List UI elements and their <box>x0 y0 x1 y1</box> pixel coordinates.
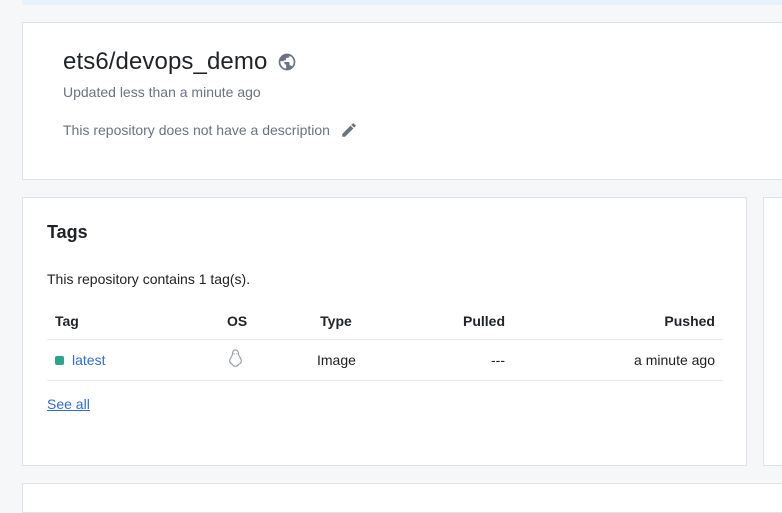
top-banner <box>22 0 782 5</box>
repository-description-row: This repository does not have a descript… <box>63 121 358 139</box>
type-cell: Image <box>317 352 356 368</box>
tags-card: Tags This repository contains 1 tag(s). … <box>22 197 747 466</box>
pulled-cell: --- <box>491 352 505 368</box>
linux-tux-icon <box>227 349 244 369</box>
os-cell <box>227 349 244 372</box>
tags-title: Tags <box>47 222 88 242</box>
column-header-pushed: Pushed <box>664 312 715 329</box>
tags-table: Tag OS Type Pulled Pushed latest Image -… <box>47 302 723 381</box>
repository-summary-card: ets6/devops_demo Updated less than a min… <box>22 22 782 180</box>
pushed-cell: a minute ago <box>634 352 715 368</box>
repository-description: This repository does not have a descript… <box>63 122 330 138</box>
column-header-pulled: Pulled <box>462 312 505 329</box>
bottom-card <box>22 483 782 513</box>
globe-icon <box>277 52 297 72</box>
tag-link-latest[interactable]: latest <box>72 352 105 368</box>
column-header-tag: Tag <box>55 312 79 329</box>
column-header-os: OS <box>227 312 248 329</box>
tags-table-header: Tag OS Type Pulled Pushed <box>47 302 723 340</box>
tag-name-cell: latest <box>55 352 105 368</box>
see-all-link[interactable]: See all <box>47 396 90 412</box>
tag-status-indicator <box>55 355 64 365</box>
repository-title-row: ets6/devops_demo <box>63 48 297 76</box>
pencil-icon[interactable] <box>340 121 358 139</box>
repository-title: ets6/devops_demo <box>63 48 268 75</box>
table-row: latest Image --- a minute ago <box>47 340 723 381</box>
column-header-type: Type <box>320 312 352 329</box>
tags-summary: This repository contains 1 tag(s). <box>47 271 251 287</box>
right-side-card <box>763 197 782 466</box>
last-updated-text: Updated less than a minute ago <box>63 84 261 100</box>
